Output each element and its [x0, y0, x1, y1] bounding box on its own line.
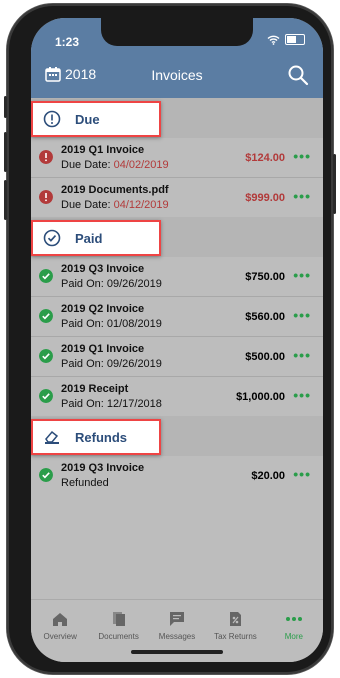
- invoice-amount: $750.00: [245, 271, 285, 283]
- invoice-subtitle: Paid On: 12/17/2018: [61, 398, 162, 410]
- phone-frame: 1:23 2018 Invoices Due 2019 Q1 Invoice D…: [4, 4, 336, 674]
- invoice-list: Due 2019 Q1 Invoice Due Date: 04/02/2019…: [31, 98, 323, 495]
- paid-section-tab[interactable]: Paid: [31, 220, 161, 256]
- invoice-row[interactable]: 2019 Q3 Invoice Paid On: 09/26/2019 $750…: [31, 257, 323, 297]
- due-date-value: 04/12/2019: [113, 199, 169, 211]
- documents-icon: [112, 612, 125, 626]
- invoice-amount: $20.00: [251, 470, 285, 482]
- alert-status-icon: [39, 190, 53, 204]
- invoice-amount: $124.00: [245, 152, 285, 164]
- due-section-tab[interactable]: Due: [31, 101, 161, 137]
- check-status-icon: [39, 309, 53, 323]
- notch: [101, 18, 253, 46]
- invoice-subtitle: Due Date: 04/02/2019: [61, 159, 169, 171]
- tab-label: Tax Returns: [214, 632, 257, 641]
- volume-up-button: [4, 132, 7, 172]
- section-header-due: Due: [31, 98, 323, 138]
- status-bar: 1:23: [31, 18, 323, 54]
- invoice-amount: $1,000.00: [236, 391, 285, 403]
- invoice-subtitle: Refunded: [61, 477, 109, 489]
- check-status-icon: [39, 269, 53, 283]
- mute-switch: [4, 96, 7, 118]
- invoice-name: 2019 Q1 Invoice: [61, 144, 145, 156]
- invoice-amount: $500.00: [245, 351, 285, 363]
- section-header-paid: Paid: [31, 217, 323, 257]
- tab-label: Overview: [43, 632, 77, 641]
- invoice-name: 2019 Q1 Invoice: [61, 343, 145, 355]
- invoice-row[interactable]: 2019 Documents.pdf Due Date: 04/12/2019 …: [31, 178, 323, 217]
- invoice-name: 2019 Q3 Invoice: [61, 462, 145, 474]
- tab-label: More: [284, 632, 303, 641]
- invoice-name: 2019 Receipt: [61, 383, 129, 395]
- due-section-label: Due: [75, 111, 100, 127]
- due-date-value: 04/02/2019: [113, 159, 169, 171]
- more-options-icon[interactable]: •••: [293, 387, 311, 403]
- invoice-subtitle: Paid On: 01/08/2019: [61, 318, 162, 330]
- due-date-label: Due Date:: [61, 159, 111, 171]
- alert-status-icon: [39, 150, 53, 164]
- tax-returns-icon: [230, 612, 242, 626]
- check-circle-icon: [43, 229, 61, 247]
- invoice-amount: $560.00: [245, 311, 285, 323]
- battery-icon: [285, 34, 305, 45]
- page-title: Invoices: [151, 67, 203, 83]
- invoice-row[interactable]: 2019 Q2 Invoice Paid On: 01/08/2019 $560…: [31, 297, 323, 337]
- invoice-row[interactable]: 2019 Q1 Invoice Paid On: 09/26/2019 $500…: [31, 337, 323, 377]
- more-options-icon[interactable]: •••: [293, 347, 311, 363]
- alert-circle-icon: [43, 110, 61, 128]
- home-indicator[interactable]: [131, 650, 223, 654]
- power-button: [333, 154, 336, 214]
- eraser-icon: [45, 430, 59, 444]
- more-icon: [285, 617, 302, 621]
- status-time: 1:23: [55, 35, 80, 49]
- section-header-refunds: Refunds: [31, 416, 323, 456]
- more-options-icon[interactable]: •••: [293, 148, 311, 164]
- app-header: 2018 Invoices: [31, 54, 323, 98]
- more-options-icon[interactable]: •••: [293, 466, 311, 482]
- invoice-name: 2019 Documents.pdf: [61, 184, 169, 196]
- invoice-subtitle: Paid On: 09/26/2019: [61, 358, 162, 370]
- more-options-icon[interactable]: •••: [293, 188, 311, 204]
- bottom-tab-bar: Overview Documents Messages Tax Returns …: [31, 599, 323, 662]
- status-icons: [267, 34, 305, 45]
- due-date-label: Due Date:: [61, 199, 111, 211]
- more-options-icon[interactable]: •••: [293, 267, 311, 283]
- invoice-row[interactable]: 2019 Q1 Invoice Due Date: 04/02/2019 $12…: [31, 138, 323, 178]
- invoice-subtitle: Paid On: 09/26/2019: [61, 278, 162, 290]
- check-status-icon: [39, 468, 53, 482]
- more-options-icon[interactable]: •••: [293, 307, 311, 323]
- tab-label: Messages: [158, 632, 196, 641]
- check-status-icon: [39, 349, 53, 363]
- tab-label: Documents: [98, 632, 139, 641]
- invoice-row[interactable]: 2019 Receipt Paid On: 12/17/2018 $1,000.…: [31, 377, 323, 416]
- invoice-amount: $999.00: [245, 192, 285, 204]
- screen: 1:23 2018 Invoices Due 2019 Q1 Invoice D…: [31, 18, 323, 662]
- refunds-section-label: Refunds: [75, 429, 127, 445]
- invoice-name: 2019 Q3 Invoice: [61, 263, 145, 275]
- wifi-icon: [267, 35, 280, 45]
- refunds-section-tab[interactable]: Refunds: [31, 419, 161, 455]
- invoice-name: 2019 Q2 Invoice: [61, 303, 145, 315]
- invoice-row[interactable]: 2019 Q3 Invoice Refunded $20.00 •••: [31, 456, 323, 495]
- invoice-subtitle: Due Date: 04/12/2019: [61, 199, 169, 211]
- search-icon[interactable]: [287, 64, 309, 86]
- messages-icon: [170, 612, 185, 626]
- home-icon: [53, 613, 68, 626]
- paid-section-label: Paid: [75, 230, 103, 246]
- tab-overview[interactable]: Overview: [31, 600, 89, 662]
- tab-more[interactable]: More: [265, 600, 323, 662]
- check-status-icon: [39, 389, 53, 403]
- volume-down-button: [4, 180, 7, 220]
